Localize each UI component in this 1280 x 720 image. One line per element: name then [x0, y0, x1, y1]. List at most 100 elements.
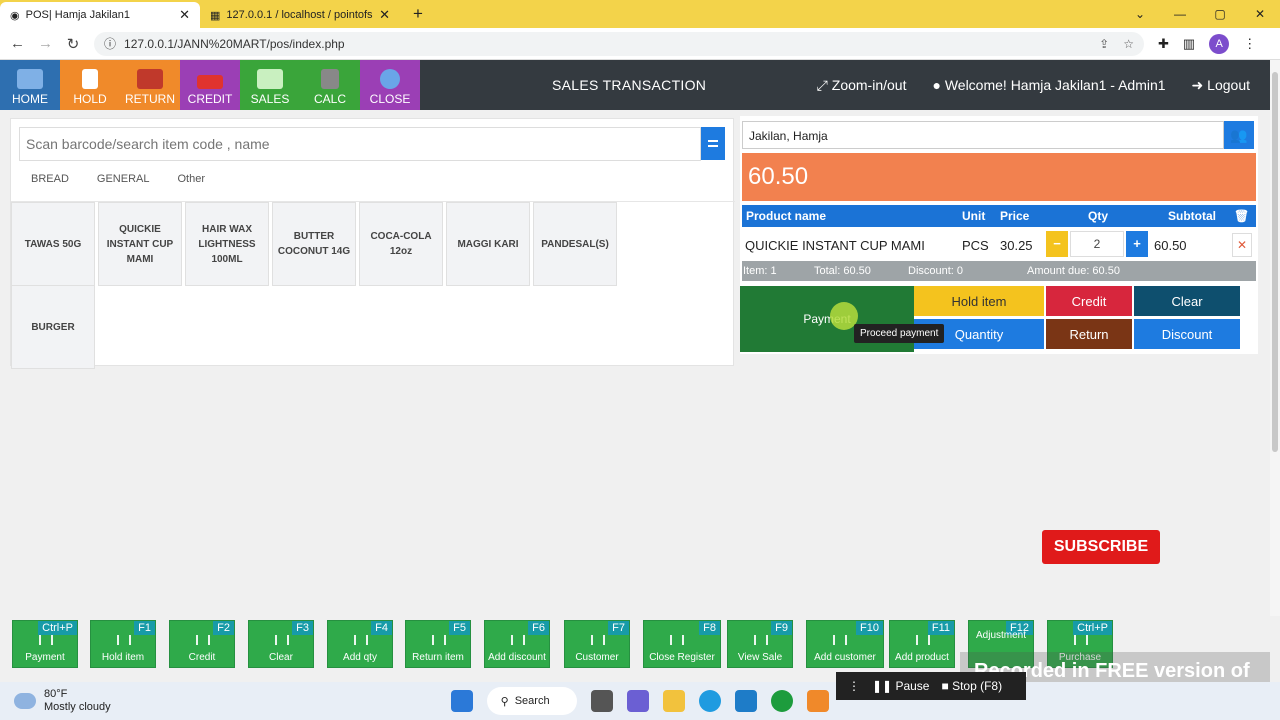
menu-hold-button[interactable]: HOLD	[60, 60, 120, 110]
column-header: Subtotal	[1168, 209, 1216, 223]
browser-menu-icon[interactable]: ⋮	[1243, 36, 1256, 52]
customer-select-button[interactable]: 👥	[1224, 121, 1254, 149]
decrease-qty-button[interactable]: −	[1046, 231, 1068, 257]
calculator-icon	[321, 69, 339, 89]
info-icon[interactable]: ⓘ	[104, 35, 116, 52]
grand-total: 60.50	[742, 153, 1256, 201]
url-bar[interactable]: ⓘ 127.0.0.1/JANN%20MART/pos/index.php ⇪ …	[94, 31, 1144, 56]
column-header: Unit	[962, 209, 986, 223]
category-tab-general[interactable]: GENERAL	[97, 173, 150, 185]
close-window-icon[interactable]: ✕	[1240, 0, 1280, 28]
fkey-clear-button[interactable]: F3 Clear	[248, 620, 314, 668]
barcode-icon	[196, 635, 210, 645]
search-input[interactable]	[26, 136, 700, 152]
discount-button[interactable]: Discount	[1134, 319, 1240, 349]
fkey-add-qty-button[interactable]: F4 Add qty	[327, 620, 393, 668]
fkey-credit-button[interactable]: F2 Credit	[169, 620, 235, 668]
back-icon[interactable]: ←	[10, 35, 25, 52]
tab-list-icon[interactable]: ⌄	[1120, 0, 1160, 28]
windows-start-icon[interactable]	[450, 690, 473, 712]
search-button[interactable]	[701, 127, 725, 160]
product-tile[interactable]: MAGGI KARI	[446, 202, 530, 286]
fkey-close-register-button[interactable]: F8 Close Register	[643, 620, 721, 668]
stop-button[interactable]: ■ Stop (F8)	[941, 679, 1002, 693]
product-tile[interactable]: BURGER	[11, 285, 95, 369]
credit-button[interactable]: Credit	[1046, 286, 1132, 316]
product-panel: BREAD GENERAL Other TAWAS 50G QUICKIE IN…	[10, 118, 735, 369]
drag-handle-icon[interactable]: ⋮	[848, 679, 860, 693]
page-scrollbar[interactable]	[1270, 60, 1280, 616]
product-tile[interactable]: TAWAS 50G	[11, 202, 95, 286]
menu-sales-button[interactable]: SALES	[240, 60, 300, 110]
search-icon: ⚲	[500, 695, 509, 708]
trash-icon[interactable]: 🗑	[1234, 209, 1249, 223]
sidebar-icon[interactable]: ▥	[1183, 36, 1195, 52]
menu-close-button[interactable]: CLOSE	[360, 60, 420, 110]
barcode-icon	[275, 635, 289, 645]
column-header: Price	[1000, 209, 1030, 223]
bookmark-star-icon[interactable]: ☆	[1123, 37, 1134, 51]
edge-icon[interactable]	[698, 690, 721, 712]
clear-button[interactable]: Clear	[1134, 286, 1240, 316]
file-explorer-icon[interactable]	[662, 690, 685, 712]
fkey-customer-button[interactable]: F7 Customer	[564, 620, 630, 668]
return-button[interactable]: Return	[1046, 319, 1132, 349]
menu-return-button[interactable]: RETURN	[120, 60, 180, 110]
weather-widget[interactable]: 80°F Mostly cloudy	[14, 688, 111, 714]
close-tab-icon[interactable]: ✕	[379, 7, 390, 23]
fkey-add-product-button[interactable]: F11 Add product	[889, 620, 955, 668]
customer-field[interactable]: Jakilan, Hamja	[742, 121, 1224, 149]
share-icon[interactable]: ⇪	[1099, 37, 1109, 51]
fkey-payment-button[interactable]: Ctrl+P Payment	[12, 620, 78, 668]
product-tile[interactable]: HAIR WAX LIGHTNESS 100ML	[185, 202, 269, 286]
scrollbar-thumb[interactable]	[1272, 72, 1278, 452]
logout-link[interactable]: ➜ Logout	[1192, 77, 1250, 94]
users-icon: 👥	[1230, 127, 1248, 143]
remove-item-icon[interactable]: ✕	[1232, 233, 1252, 257]
profile-avatar[interactable]: A	[1209, 33, 1230, 54]
fkey-view-sale-button[interactable]: F9 View Sale	[727, 620, 793, 668]
quantity-input[interactable]: 2	[1070, 231, 1124, 257]
forward-icon[interactable]: →	[38, 35, 53, 52]
cloud-icon	[14, 693, 36, 709]
product-tile[interactable]: PANDESAL(S)	[533, 202, 617, 286]
fkey-discount-button[interactable]: F6 Add discount	[484, 620, 550, 668]
browser-tab-localhost[interactable]: ▦ 127.0.0.1 / localhost / pointofsale ✕	[200, 2, 400, 28]
category-tab-other[interactable]: Other	[177, 173, 205, 185]
close-tab-icon[interactable]: ✕	[179, 7, 190, 23]
column-header: Product name	[746, 209, 827, 223]
hold-item-button[interactable]: Hold item	[914, 286, 1044, 316]
fkey-return-button[interactable]: F5 Return item	[405, 620, 471, 668]
pause-button[interactable]: ❚❚ Pause	[872, 679, 929, 693]
taskbar-search[interactable]: ⚲ Search	[486, 687, 577, 715]
new-tab-icon[interactable]: +	[406, 4, 430, 24]
recorder-app-icon[interactable]	[806, 690, 829, 712]
reload-icon[interactable]: ↻	[66, 35, 80, 53]
list-icon	[708, 140, 718, 147]
zoom-toggle[interactable]: ⤢ Zoom-in/out	[817, 77, 907, 94]
maximize-icon[interactable]: ▢	[1200, 0, 1240, 28]
logout-icon: ➜	[1191, 76, 1204, 93]
cart-summary: Item: 1 Total: 60.50 Discount: 0 Amount …	[742, 261, 1256, 281]
product-tile[interactable]: QUICKIE INSTANT CUP MAMI	[98, 202, 182, 286]
barcode-icon	[833, 635, 847, 645]
menu-credit-button[interactable]: CREDIT	[180, 60, 240, 110]
task-view-icon[interactable]	[590, 690, 613, 712]
chat-icon[interactable]	[626, 690, 649, 712]
fkey-add-customer-button[interactable]: F10 Add customer	[806, 620, 884, 668]
menu-calc-button[interactable]: CALC	[300, 60, 360, 110]
menu-home-button[interactable]: HOME	[0, 60, 60, 110]
product-tile[interactable]: COCA-COLA 12oz	[359, 202, 443, 286]
app-l-icon[interactable]	[734, 690, 757, 712]
product-tile[interactable]: BUTTER COCONUT 14G	[272, 202, 356, 286]
tab-favicon-icon: ◉	[10, 9, 20, 22]
increase-qty-button[interactable]: +	[1126, 231, 1148, 257]
browser-tab-pos[interactable]: ◉ POS| Hamja Jakilan1 ✕	[0, 2, 200, 28]
minimize-icon[interactable]: —	[1160, 0, 1200, 28]
recorder-controls: ⋮ ❚❚ Pause ■ Stop (F8)	[836, 672, 1026, 700]
category-tab-bread[interactable]: BREAD	[31, 173, 69, 185]
sales-icon	[257, 69, 283, 89]
xbox-icon[interactable]	[770, 690, 793, 712]
extensions-icon[interactable]: ✚	[1158, 36, 1169, 52]
fkey-hold-button[interactable]: F1 Hold item	[90, 620, 156, 668]
